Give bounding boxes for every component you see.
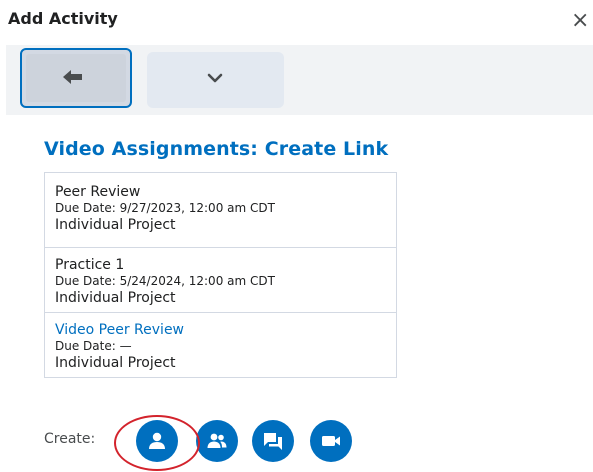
more-options-button[interactable] (147, 52, 284, 108)
close-icon[interactable]: × (571, 10, 589, 32)
assignment-type: Individual Project (55, 290, 176, 306)
create-video-button[interactable] (310, 420, 352, 462)
video-icon (322, 436, 340, 446)
highlight-ring (114, 415, 200, 471)
assignment-list: Peer Review Due Date: 9/27/2023, 12:00 a… (44, 172, 397, 378)
assignment-item[interactable]: Practice 1 Due Date: 5/24/2024, 12:00 am… (44, 248, 397, 313)
assignment-type: Individual Project (55, 217, 176, 233)
assignment-name: Peer Review (55, 184, 141, 200)
assignment-due-date: Due Date: — (55, 339, 132, 353)
dialog-title: Add Activity (8, 9, 118, 28)
section-heading: Video Assignments: Create Link (44, 138, 389, 160)
chevron-down-icon (207, 73, 223, 83)
create-label: Create: (44, 431, 96, 447)
assignment-item[interactable]: Peer Review Due Date: 9/27/2023, 12:00 a… (44, 172, 397, 248)
discussion-icon (264, 433, 282, 450)
assignment-item[interactable]: Video Peer Review Due Date: — Individual… (44, 313, 397, 378)
group-icon (207, 433, 227, 448)
assignment-name-link[interactable]: Video Peer Review (55, 321, 386, 339)
assignment-due-date: Due Date: 9/27/2023, 12:00 am CDT (55, 201, 275, 215)
assignment-type: Individual Project (55, 355, 176, 371)
arrow-left-icon (63, 70, 82, 84)
assignment-due-date: Due Date: 5/24/2024, 12:00 am CDT (55, 274, 275, 288)
assignment-name: Practice 1 (55, 257, 125, 273)
create-discussion-button[interactable] (252, 420, 294, 462)
back-button[interactable] (20, 48, 132, 108)
toolbar (6, 45, 593, 115)
create-group-button[interactable] (196, 420, 238, 462)
